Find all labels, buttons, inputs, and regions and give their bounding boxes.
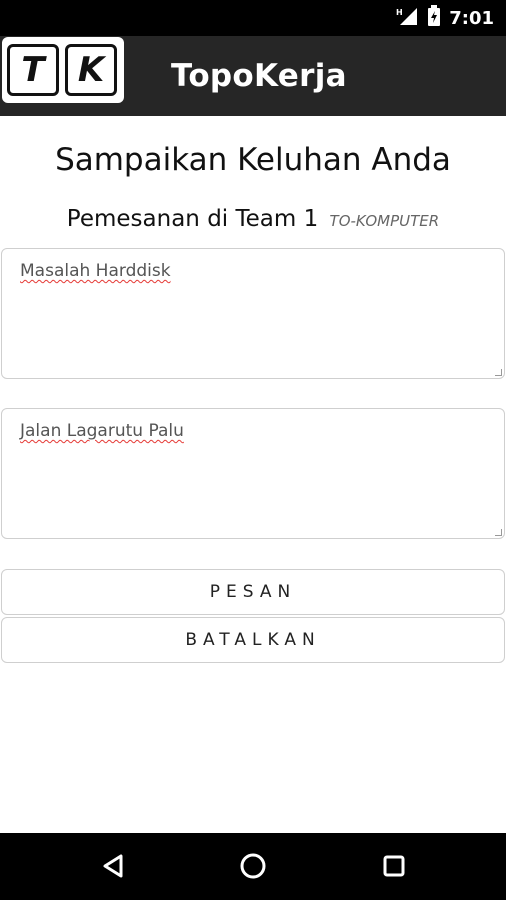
home-icon[interactable] [236, 849, 270, 883]
complaint-textarea[interactable]: Masalah Harddisk [1, 248, 505, 379]
navigation-bar [0, 833, 506, 900]
app-logo: T K [2, 37, 124, 103]
team-label: Pemesanan di Team 1 [66, 206, 319, 232]
app-bar: T K TopoKerja [0, 36, 506, 116]
page-subheading: Pemesanan di Team 1 TO-KOMPUTER [0, 206, 506, 232]
complaint-value: Masalah Harddisk [20, 261, 171, 281]
logo-tile-t: T [7, 44, 59, 96]
team-tag: TO-KOMPUTER [329, 212, 440, 230]
recents-icon[interactable] [377, 849, 411, 883]
svg-text:H: H [396, 8, 403, 17]
page-heading: Sampaikan Keluhan Anda [55, 142, 451, 178]
logo-tile-k: K [65, 44, 117, 96]
signal-icon: H [395, 6, 419, 30]
resize-grip-icon[interactable] [495, 369, 502, 376]
cancel-button[interactable]: BATALKAN [1, 617, 505, 663]
status-bar: H 7:01 [0, 0, 506, 36]
address-textarea[interactable]: Jalan Lagarutu Palu [1, 408, 505, 539]
back-icon[interactable] [96, 849, 130, 883]
address-value: Jalan Lagarutu Palu [20, 421, 184, 441]
status-icons: H 7:01 [395, 0, 494, 36]
status-time: 7:01 [449, 7, 494, 29]
app-title: TopoKerja [171, 58, 347, 94]
resize-grip-icon[interactable] [495, 529, 502, 536]
submit-button[interactable]: PESAN [1, 569, 505, 615]
battery-charging-icon [427, 5, 441, 31]
